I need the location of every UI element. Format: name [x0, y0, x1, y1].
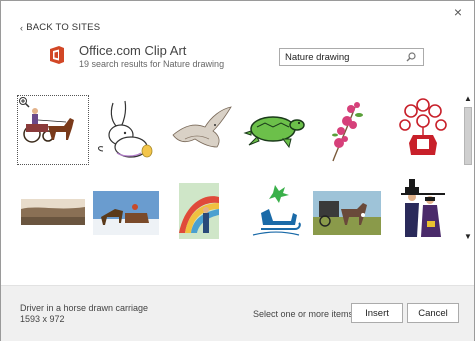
chevron-left-icon: ‹ [20, 22, 24, 33]
result-red-flower-vase[interactable] [387, 95, 459, 165]
results-grid [17, 93, 455, 243]
result-pink-flower-branch[interactable] [313, 95, 385, 165]
result-eagle-sketch[interactable] [165, 95, 237, 165]
result-rainbow-people-poster[interactable] [165, 173, 237, 243]
search-box[interactable] [279, 48, 424, 66]
back-to-sites-link[interactable]: ‹ BACK TO SITES [20, 22, 100, 33]
back-label: BACK TO SITES [26, 22, 101, 33]
result-horse-buggy-rural[interactable] [313, 173, 385, 243]
selection-hint: Select one or more items. [253, 309, 356, 319]
result-horse-drawn-carriage[interactable] [17, 95, 89, 165]
results-scrollbar[interactable]: ▲ ▼ [462, 93, 474, 243]
office-logo-icon [50, 46, 64, 64]
result-bunny-with-egg[interactable] [91, 95, 163, 165]
scroll-thumb[interactable] [464, 107, 472, 165]
results-summary: 19 search results for Nature drawing [79, 59, 225, 69]
result-blue-sleigh[interactable] [239, 173, 311, 243]
close-icon[interactable]: × [451, 5, 465, 19]
insert-pictures-dialog: × ‹ BACK TO SITES Office.com Clip Art 19… [0, 0, 475, 341]
search-input[interactable] [285, 51, 403, 63]
scroll-down-icon[interactable]: ▼ [462, 231, 474, 243]
cancel-button[interactable]: Cancel [407, 303, 459, 323]
source-title: Office.com Clip Art [79, 43, 187, 58]
zoom-icon[interactable] [18, 96, 30, 108]
search-icon[interactable] [403, 49, 419, 65]
result-horse-sleigh-winter[interactable] [91, 173, 163, 243]
scroll-up-icon[interactable]: ▲ [462, 93, 474, 105]
selected-item-name: Driver in a horse drawn carriage [20, 303, 149, 313]
result-green-turtle[interactable] [239, 95, 311, 165]
insert-button[interactable]: Insert [351, 303, 403, 323]
result-amish-couple[interactable] [387, 173, 459, 243]
dialog-footer: Driver in a horse drawn carriage 1593 x … [1, 285, 474, 341]
result-desert-landscape[interactable] [17, 173, 89, 243]
selected-item-dimensions: 1593 x 972 [20, 314, 65, 324]
